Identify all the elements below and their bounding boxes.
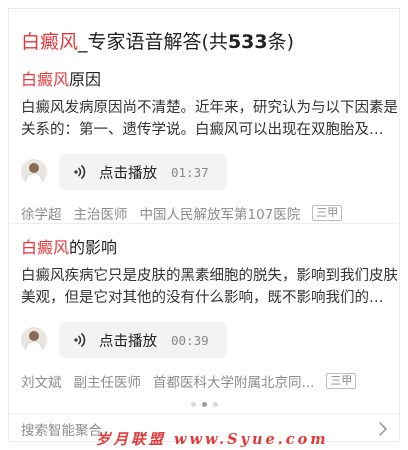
doctor-avatar <box>21 159 47 185</box>
answer-title[interactable]: 白癜风原因 <box>21 69 397 91</box>
answer-title-keyword: 白癜风 <box>21 238 70 257</box>
answer-title-rest: 的影响 <box>69 238 118 257</box>
pagination-dot[interactable] <box>190 402 196 407</box>
answer-title[interactable]: 白癜风的影响 <box>21 237 397 259</box>
footer-label: 搜索智能聚合 <box>21 422 102 439</box>
header-suffix: 条) <box>267 31 295 53</box>
answer-description: 白癜风发病原因尚不清楚。近年来，研究认为与以下因素是有 关系的：第一、遗传学说。… <box>21 97 397 141</box>
answer-desc-line-1: 白癜风疾病它只是皮肤的黑素细胞的脱失，影响到我们皮肤的 <box>21 268 397 284</box>
chevron-right-icon <box>379 422 387 436</box>
doctor-avatar <box>21 327 47 353</box>
doctor-title: 副主任医师 <box>73 375 142 391</box>
answer-desc-line-1: 白癜风发病原因尚不清楚。近年来，研究认为与以下因素是有 <box>21 100 397 116</box>
audio-duration: 00:39 <box>171 332 209 348</box>
answer-item: 白癜风的影响 白癜风疾病它只是皮肤的黑素细胞的脱失，影响到我们皮肤的 美观，但是… <box>21 237 397 391</box>
play-audio-button[interactable]: 点击播放 00:39 <box>59 322 227 358</box>
doctor-meta: 刘文斌 副主任医师 首都医科大学附属北京同... 三甲 <box>21 371 397 391</box>
page: 白癜风_专家语音解答(共533条) 白癜风原因 白癜风发病原因尚不清楚。近年来，… <box>0 0 408 450</box>
header-text: _专家语音解答(共 <box>78 31 228 53</box>
hospital-grade-badge: 三甲 <box>312 205 343 221</box>
answer-desc-line-2: 关系的：第一、遗传学说。白癜风可以出现在双胞胎及家族... <box>21 122 397 138</box>
speaker-icon <box>74 333 86 347</box>
answer-item: 白癜风原因 白癜风发病原因尚不清楚。近年来，研究认为与以下因素是有 关系的：第一… <box>21 69 397 223</box>
play-label: 点击播放 <box>99 165 157 182</box>
answer-title-rest: 原因 <box>69 70 102 89</box>
hospital-name[interactable]: 中国人民解放军第107医院 <box>140 203 301 223</box>
pagination-dot[interactable] <box>212 402 218 407</box>
header-keyword: 白癜风 <box>21 31 79 53</box>
hospital-name[interactable]: 首都医科大学附属北京同... <box>153 371 314 391</box>
answer-description: 白癜风疾病它只是皮肤的黑素细胞的脱失，影响到我们皮肤的 美观，但是它对其他的没有… <box>21 265 397 309</box>
voice-answers-card: 白癜风_专家语音解答(共533条) 白癜风原因 白癜风发病原因尚不清楚。近年来，… <box>8 8 400 442</box>
doctor-name[interactable]: 刘文斌 <box>21 371 62 391</box>
speaker-icon <box>74 165 86 179</box>
answer-desc-line-2: 美观，但是它对其他的没有什么影响，既不影响我们的寿命... <box>21 290 397 306</box>
audio-duration: 01:37 <box>171 164 209 180</box>
audio-row: 点击播放 01:37 <box>21 153 397 191</box>
site-watermark: 岁月联盟 www.Syue.com <box>96 431 329 448</box>
play-audio-button[interactable]: 点击播放 01:37 <box>59 154 227 190</box>
hospital-grade-badge: 三甲 <box>326 373 357 389</box>
pagination-dots <box>9 402 399 407</box>
doctor-title: 主治医师 <box>73 207 128 223</box>
doctor-name[interactable]: 徐学超 <box>21 203 62 223</box>
audio-row: 点击播放 00:39 <box>21 321 397 359</box>
play-label: 点击播放 <box>99 333 157 350</box>
card-header[interactable]: 白癜风_专家语音解答(共533条) <box>21 27 294 53</box>
doctor-meta: 徐学超 主治医师 中国人民解放军第107医院 三甲 <box>21 203 397 223</box>
answer-title-keyword: 白癜风 <box>21 70 70 89</box>
header-count: 533 <box>227 31 268 53</box>
divider <box>9 223 399 231</box>
pagination-dot-active[interactable] <box>201 402 207 407</box>
